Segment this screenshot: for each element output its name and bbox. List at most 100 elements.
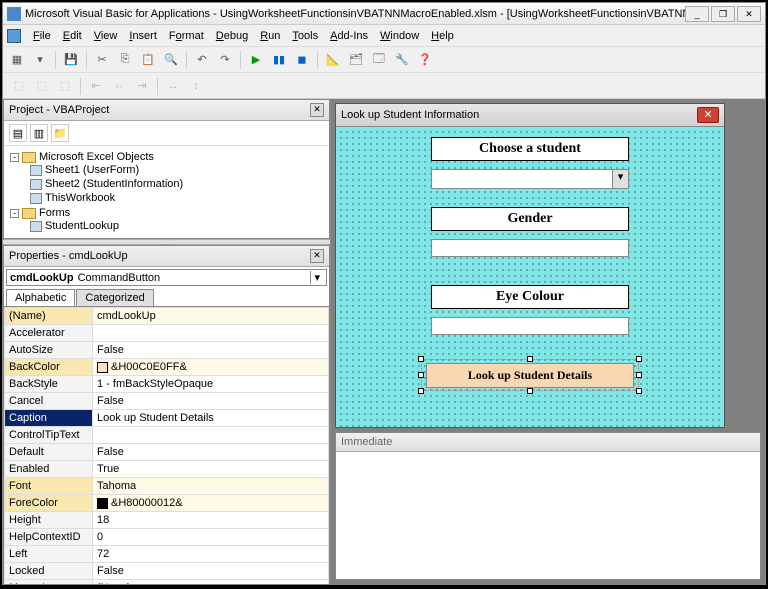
prop-name[interactable]: Font [5, 478, 93, 495]
prop-value[interactable]: 18 [93, 512, 329, 529]
property-grid[interactable]: (Name)cmdLookUpAcceleratorAutoSizeFalseB… [4, 307, 329, 584]
object-selector[interactable]: cmdLookUp CommandButton ▾ [6, 269, 327, 286]
menu-format[interactable]: Format [163, 28, 210, 44]
resize-handle[interactable] [418, 372, 424, 378]
resize-handle[interactable] [418, 356, 424, 362]
menu-file[interactable]: File [27, 28, 57, 44]
prop-value[interactable]: 72 [93, 546, 329, 563]
menu-insert[interactable]: Insert [123, 28, 163, 44]
label-eye-colour[interactable]: Eye Colour [431, 285, 629, 309]
tree-item-sheet1[interactable]: Sheet1 (UserForm) [45, 164, 139, 176]
dropdown-icon[interactable]: ▾ [612, 170, 628, 188]
tree-folder-forms[interactable]: Forms [39, 207, 70, 219]
prop-value[interactable]: False [93, 563, 329, 580]
minimize-button[interactable]: _ [685, 6, 709, 22]
menu-run[interactable]: Run [254, 28, 286, 44]
find-icon[interactable]: 🔍 [161, 50, 181, 70]
prop-value[interactable]: &H00C0E0FF& [93, 359, 329, 376]
menu-window[interactable]: Window [374, 28, 425, 44]
tree-folder-excel[interactable]: Microsoft Excel Objects [39, 151, 154, 163]
prop-value[interactable]: 0 [93, 529, 329, 546]
insert-icon[interactable]: ▾ [30, 50, 50, 70]
design-mode-icon[interactable]: 📐 [323, 50, 343, 70]
properties-close-icon[interactable]: ✕ [310, 249, 324, 263]
menu-addins[interactable]: Add-Ins [324, 28, 374, 44]
properties-icon[interactable]: 🗔 [369, 50, 389, 70]
prop-value[interactable]: False [93, 342, 329, 359]
prop-value[interactable]: Look up Student Details [93, 410, 329, 427]
redo-icon[interactable]: ↷ [215, 50, 235, 70]
prop-name[interactable]: Caption [5, 410, 93, 427]
paste-icon[interactable]: 📋 [138, 50, 158, 70]
prop-name[interactable]: Cancel [5, 393, 93, 410]
prop-value[interactable]: False [93, 444, 329, 461]
prop-value[interactable]: False [93, 393, 329, 410]
resize-handle[interactable] [636, 356, 642, 362]
folder-toggle-icon[interactable]: 📁 [51, 124, 69, 142]
resize-handle[interactable] [527, 356, 533, 362]
immediate-window[interactable]: Immediate [335, 432, 761, 580]
prop-name[interactable]: Height [5, 512, 93, 529]
view-excel-icon[interactable]: ▦ [7, 50, 27, 70]
textbox-gender[interactable] [431, 239, 629, 257]
save-icon[interactable]: 💾 [61, 50, 81, 70]
break-icon[interactable]: ▮▮ [269, 50, 289, 70]
label-choose-student[interactable]: Choose a student [431, 137, 629, 161]
menu-view[interactable]: View [88, 28, 124, 44]
prop-name[interactable]: Accelerator [5, 325, 93, 342]
cut-icon[interactable]: ✂ [92, 50, 112, 70]
prop-name[interactable]: Locked [5, 563, 93, 580]
tree-toggle-icon[interactable]: - [10, 153, 19, 162]
prop-value[interactable]: (None) [93, 580, 329, 585]
prop-name[interactable]: Default [5, 444, 93, 461]
menu-tools[interactable]: Tools [286, 28, 324, 44]
resize-handle[interactable] [418, 388, 424, 394]
prop-name[interactable]: Left [5, 546, 93, 563]
tree-toggle-icon[interactable]: - [10, 209, 19, 218]
menu-help[interactable]: Help [425, 28, 460, 44]
prop-value[interactable]: cmdLookUp [93, 308, 329, 325]
prop-name[interactable]: AutoSize [5, 342, 93, 359]
prop-value[interactable]: Tahoma [93, 478, 329, 495]
tab-categorized[interactable]: Categorized [76, 289, 153, 306]
toolbox-icon[interactable]: ❓ [415, 50, 435, 70]
prop-value[interactable] [93, 427, 329, 444]
prop-name[interactable]: Enabled [5, 461, 93, 478]
prop-name[interactable]: BackStyle [5, 376, 93, 393]
copy-icon[interactable]: ⎘ [115, 50, 135, 70]
close-button[interactable]: ✕ [737, 6, 761, 22]
combo-student[interactable]: ▾ [431, 169, 629, 189]
menu-debug[interactable]: Debug [210, 28, 254, 44]
maximize-button[interactable]: ❐ [711, 6, 735, 22]
userform-close-icon[interactable]: ✕ [697, 107, 719, 123]
immediate-body[interactable] [336, 452, 760, 579]
view-object-icon[interactable]: ▥ [30, 124, 48, 142]
project-tree[interactable]: - Microsoft Excel Objects Sheet1 (UserFor… [4, 146, 329, 238]
label-gender[interactable]: Gender [431, 207, 629, 231]
tab-alphabetic[interactable]: Alphabetic [6, 289, 75, 306]
prop-value[interactable]: 1 - fmBackStyleOpaque [93, 376, 329, 393]
prop-value[interactable]: True [93, 461, 329, 478]
tree-item-studentlookup[interactable]: StudentLookup [45, 220, 119, 232]
prop-name[interactable]: MouseIcon [5, 580, 93, 585]
prop-value[interactable] [93, 325, 329, 342]
resize-handle[interactable] [527, 388, 533, 394]
prop-value[interactable]: &H80000012& [93, 495, 329, 512]
textbox-eye-colour[interactable] [431, 317, 629, 335]
reset-icon[interactable]: ◼ [292, 50, 312, 70]
dropdown-icon[interactable]: ▾ [310, 271, 323, 284]
project-explorer-icon[interactable]: 🗂 [346, 50, 366, 70]
undo-icon[interactable]: ↶ [192, 50, 212, 70]
resize-handle[interactable] [636, 388, 642, 394]
prop-name[interactable]: BackColor [5, 359, 93, 376]
object-browser-icon[interactable]: 🔧 [392, 50, 412, 70]
run-icon[interactable]: ▶ [246, 50, 266, 70]
excel-icon[interactable] [7, 29, 21, 43]
project-close-icon[interactable]: ✕ [310, 103, 324, 117]
tree-item-sheet2[interactable]: Sheet2 (StudentInformation) [45, 178, 183, 190]
prop-name[interactable]: ControlTipText [5, 427, 93, 444]
userform-designer[interactable]: Look up Student Information ✕ Choose a s… [335, 103, 725, 428]
prop-name[interactable]: (Name) [5, 308, 93, 325]
resize-handle[interactable] [636, 372, 642, 378]
button-lookup-details[interactable]: Look up Student Details [426, 363, 634, 388]
